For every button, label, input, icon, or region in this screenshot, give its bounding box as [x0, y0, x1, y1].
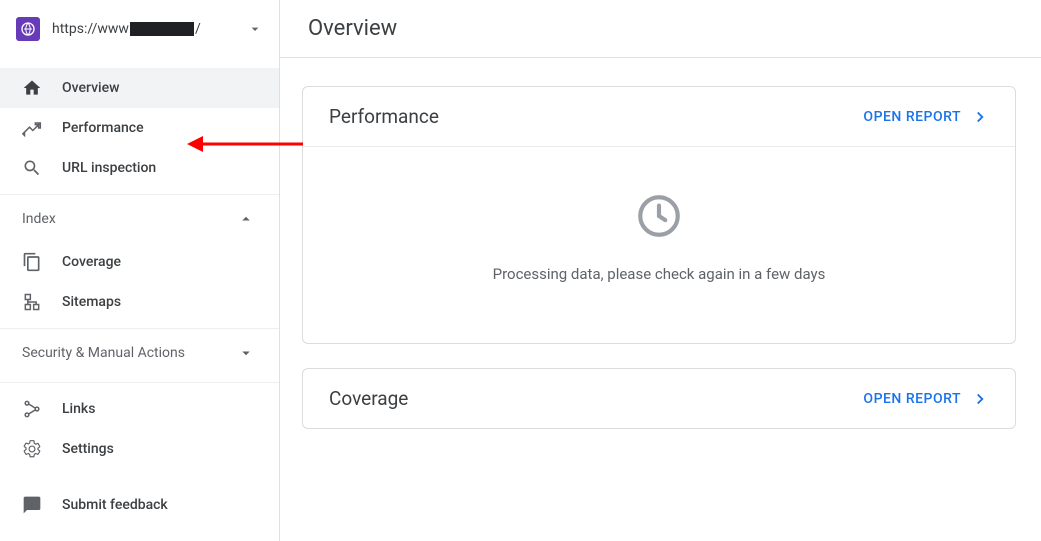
section-label: Index [22, 211, 56, 227]
sidebar-item-label: Sitemaps [62, 294, 121, 310]
performance-card: Performance OPEN REPORT Processing data,… [302, 86, 1016, 344]
sidebar-item-label: URL inspection [62, 160, 156, 176]
property-icon [16, 17, 40, 41]
sidebar-item-overview[interactable]: Overview [0, 68, 279, 108]
links-icon [22, 399, 42, 419]
sidebar-section-security[interactable]: Security & Manual Actions [0, 328, 279, 376]
chevron-right-icon [971, 108, 989, 126]
sidebar-item-label: Coverage [62, 254, 121, 270]
sidebar-item-submit-feedback[interactable]: Submit feedback [0, 485, 279, 525]
main-body: Performance OPEN REPORT Processing data,… [280, 58, 1041, 541]
sidebar-item-settings[interactable]: Settings [0, 429, 279, 469]
sidebar-nav: Overview Performance URL inspection Inde… [0, 58, 279, 541]
page-title: Overview [308, 16, 397, 41]
sidebar-item-label: Links [62, 401, 95, 417]
sidebar-section-index[interactable]: Index [0, 194, 279, 242]
main-content: Overview Performance OPEN REPORT Process… [280, 0, 1041, 541]
sidebar-item-coverage[interactable]: Coverage [0, 242, 279, 282]
card-title: Coverage [329, 387, 408, 410]
url-suffix: / [195, 21, 201, 37]
card-body: Processing data, please check again in a… [303, 147, 1015, 343]
dropdown-icon [247, 21, 263, 37]
empty-state-message: Processing data, please check again in a… [323, 265, 995, 283]
gear-icon [22, 439, 42, 459]
sidebar: https://www / Overview Performance URL in… [0, 0, 280, 541]
sidebar-item-url-inspection[interactable]: URL inspection [0, 148, 279, 188]
sidebar-item-performance[interactable]: Performance [0, 108, 279, 148]
open-report-button[interactable]: OPEN REPORT [863, 390, 989, 408]
open-report-button[interactable]: OPEN REPORT [863, 108, 989, 126]
clock-icon [634, 191, 684, 241]
sidebar-item-links[interactable]: Links [0, 389, 279, 429]
home-icon [22, 78, 42, 98]
card-title: Performance [329, 105, 439, 128]
sidebar-item-label: Submit feedback [62, 497, 168, 513]
chevron-right-icon [971, 390, 989, 408]
property-url: https://www / [52, 21, 235, 37]
sidebar-item-label: Performance [62, 120, 144, 136]
sidebar-item-sitemaps[interactable]: Sitemaps [0, 282, 279, 322]
open-report-label: OPEN REPORT [863, 109, 961, 125]
section-label: Security & Manual Actions [22, 345, 185, 361]
trending-up-icon [22, 118, 42, 138]
url-prefix: https://www [52, 21, 129, 37]
sidebar-item-label: Overview [62, 80, 119, 96]
open-report-label: OPEN REPORT [863, 391, 961, 407]
card-header: Performance OPEN REPORT [303, 87, 1015, 147]
sidebar-item-label: Settings [62, 441, 114, 457]
coverage-card: Coverage OPEN REPORT [302, 368, 1016, 429]
chevron-down-icon [237, 344, 255, 362]
url-redacted [130, 22, 194, 36]
copy-icon [22, 252, 42, 272]
card-header: Coverage OPEN REPORT [303, 369, 1015, 428]
main-header: Overview [280, 0, 1041, 58]
sitemap-icon [22, 292, 42, 312]
chevron-up-icon [237, 210, 255, 228]
feedback-icon [22, 495, 42, 515]
property-selector[interactable]: https://www / [0, 0, 279, 58]
search-icon [22, 158, 42, 178]
